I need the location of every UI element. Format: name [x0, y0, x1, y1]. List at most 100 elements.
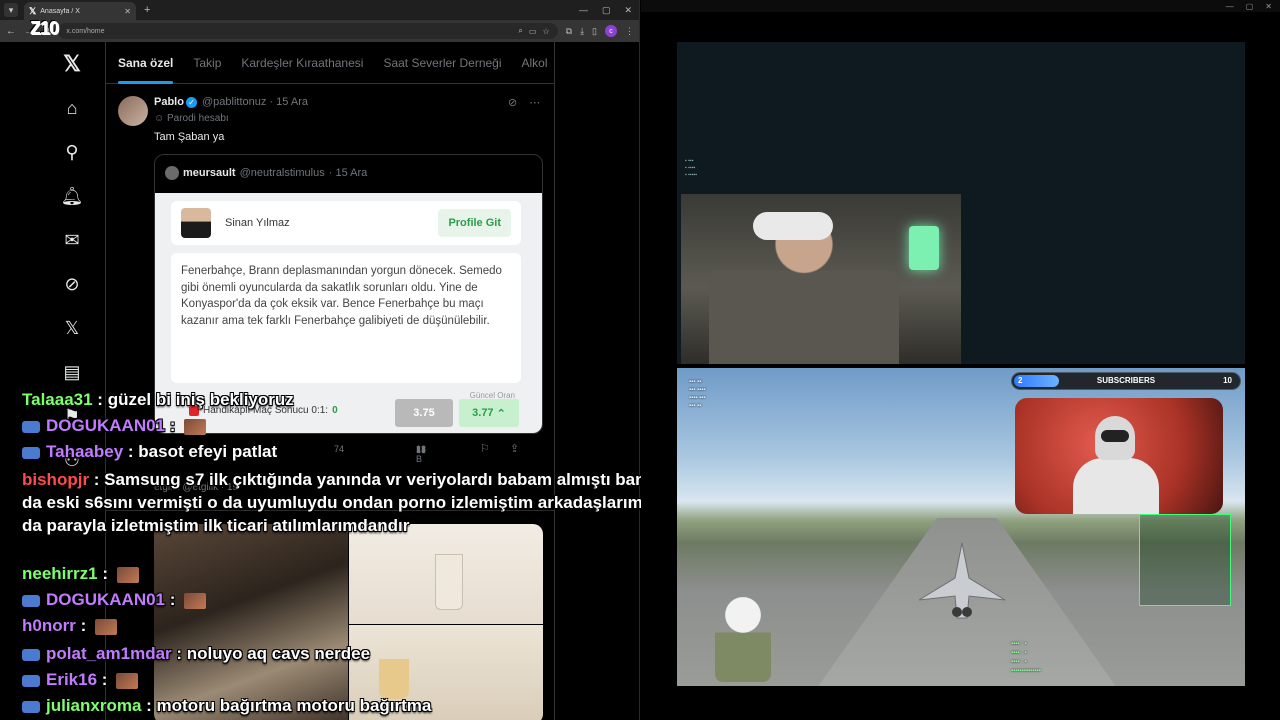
x-logo-icon[interactable]: 𝕏 — [60, 51, 84, 76]
logo-letter: Z — [30, 18, 41, 38]
market-name: Handikaplı Maç Sonucu 0:1: — [203, 405, 329, 416]
bookmark-icon[interactable]: ⚐ — [480, 442, 490, 455]
maximize-icon[interactable]: ▢ — [602, 5, 611, 16]
parody-text: Parodi hesabı — [167, 113, 229, 124]
grok-icon[interactable]: ⊘ — [60, 272, 84, 296]
subs-label: SUBSCRIBERS — [1096, 376, 1156, 385]
author-handle[interactable]: @pablittonuz — [202, 96, 266, 108]
pilot-mascot-image — [715, 596, 771, 682]
minimize-icon[interactable]: — — [1226, 2, 1234, 11]
verified-icon: ✓ — [185, 97, 197, 108]
tab-community-2[interactable]: Saat Severler Derneği — [383, 42, 501, 84]
views-value: 13 B — [416, 444, 427, 464]
back-icon[interactable]: ← — [6, 26, 16, 37]
stream-window-titlebar: — ▢ ✕ — [641, 0, 1280, 12]
market-value: 0 — [332, 405, 338, 416]
radar-hud — [1139, 514, 1231, 606]
tab-community-3[interactable]: Alkol — [522, 42, 548, 84]
streamer-logo: Z10 — [30, 14, 59, 40]
notifications-icon[interactable]: 🔔︎ — [60, 184, 84, 208]
tab-community-1[interactable]: Kardeşler Kıraathanesi — [241, 42, 363, 84]
maximize-icon[interactable]: ▢ — [1246, 2, 1254, 11]
odds-row: Güncel Oran Handikaplı Maç Sonucu 0:1: 0 … — [171, 391, 521, 431]
post-header: Pablo ✓ @pablittonuz · 15 Ara — [154, 96, 308, 108]
profile-button: Profile Git — [438, 209, 511, 237]
microphone-light-image — [909, 226, 939, 270]
communities-icon[interactable]: ⚇ — [60, 448, 84, 472]
post2-date[interactable]: · 1s — [221, 482, 238, 493]
flight-hud: ▪▪▪ ▪▪ ▪▪▪ ▪▪▪▪ ▪▪▪▪ ▪▪▪ ▪▪▪ ▪▪ — [689, 379, 706, 409]
bookmarks-icon[interactable]: ⚑ — [60, 404, 84, 428]
quote-avatar — [165, 166, 179, 180]
pilot-helmet-image — [1095, 416, 1135, 460]
post2-handle[interactable]: @etgilik — [182, 482, 218, 493]
streamer-facecam — [1015, 398, 1223, 514]
game-stream-window: — ▢ ✕ ▪ ▪▪▪ ▪ ▪▪▪▪ ▪ ▪▪▪▪▪ ▪▪▪ ▪▪ ▪▪▪ ▪▪▪▪ ▪… — [641, 0, 1280, 720]
post-actions: 74 ▮▮ 13 B ⚐ ⇪ — [154, 442, 546, 464]
quoted-image-card: Sinan Yılmaz Profile Git Fenerbahçe, Bra… — [155, 193, 542, 433]
tab-following[interactable]: Takip — [193, 42, 221, 84]
x-timeline: Sana özel Takip Kardeşler Kıraathanesi S… — [106, 42, 555, 720]
bookmark-star-icon[interactable]: ☆ — [542, 27, 549, 36]
url-text: x.com/home — [66, 27, 105, 35]
close-window-icon[interactable]: ✕ — [624, 5, 632, 16]
quote-author-name: meursault — [183, 167, 236, 179]
parody-label: ☺︎ Parodi hesabı — [154, 113, 229, 124]
tab-search-icon[interactable]: ▾ — [4, 3, 18, 17]
browser-menu-icon[interactable]: ⋮ — [625, 26, 634, 37]
old-odd: 3.75 — [395, 399, 453, 427]
new-tab-icon[interactable]: + — [144, 4, 150, 16]
cast-icon[interactable]: ▭ — [529, 27, 537, 36]
close-window-icon[interactable]: ✕ — [1265, 2, 1272, 11]
lists-icon[interactable]: ▤ — [60, 360, 84, 384]
more-icon[interactable]: ⋯ — [529, 96, 540, 109]
screen: ▾ 𝕏 Anasayfa / X ✕ + — ▢ ✕ ← → ↻ x.com/h… — [0, 0, 1280, 720]
card-author-name: Sinan Yılmaz — [225, 217, 290, 229]
url-input[interactable]: x.com/home ⌕ ▭ ☆ — [58, 23, 558, 39]
media-image[interactable] — [154, 524, 348, 720]
post2-media-grid[interactable] — [154, 524, 543, 720]
premium-x-icon[interactable]: 𝕏 — [60, 316, 84, 340]
post-text: Tam Şaban ya — [154, 131, 225, 143]
post2-header[interactable]: etgilik @etgilik · 1s — [154, 482, 238, 493]
up-arrow-icon: ⌃ — [493, 407, 506, 420]
market-icon — [189, 405, 199, 416]
tab-for-you[interactable]: Sana özel — [118, 42, 174, 84]
browser-window: ▾ 𝕏 Anasayfa / X ✕ + — ▢ ✕ ← → ↻ x.com/h… — [0, 0, 640, 720]
zoom-icon[interactable]: ⌕ — [518, 26, 522, 36]
flight-sim-view: ▪▪▪ ▪▪ ▪▪▪ ▪▪▪▪ ▪▪▪▪ ▪▪▪ ▪▪▪ ▪▪ 2 SUBSCRIBE… — [677, 368, 1245, 686]
subscriber-goal-bar: 2 SUBSCRIBERS 10 — [1011, 372, 1241, 390]
logo-number: 10 — [40, 18, 59, 38]
extensions-icon[interactable]: ⧉ — [566, 26, 572, 37]
grok-post-icon[interactable]: ⊘ — [508, 96, 517, 109]
sidepanel-icon[interactable]: ▯ — [592, 26, 597, 37]
drink-image — [435, 554, 463, 610]
quoted-post[interactable]: meursault @neutralstimulus · 15 Ara Sina… — [154, 154, 543, 434]
quote-author-handle: @neutralstimulus — [239, 167, 325, 179]
minimize-icon[interactable]: — — [579, 5, 588, 16]
game-killfeed: ▪▪▪▪ : ▪ ▪▪▪▪ : ▪ ▪▪▪▪ : ▪ ▪▪▪▪▪▪▪▪▪▪▪▪▪▪ — [1011, 641, 1041, 674]
avatar[interactable] — [118, 96, 148, 126]
post-divider — [106, 510, 554, 511]
streamer-webcam — [681, 194, 961, 364]
tab-close-icon[interactable]: ✕ — [124, 7, 131, 16]
like-count[interactable]: 74 — [334, 444, 344, 454]
search-icon[interactable]: ⚲ — [60, 140, 84, 164]
vr-headset-image — [753, 212, 833, 240]
profile-avatar[interactable]: c — [605, 25, 617, 37]
home-icon[interactable]: ⌂ — [60, 96, 84, 120]
streamer-body-image — [1073, 458, 1159, 514]
share-icon[interactable]: ⇪ — [510, 442, 519, 455]
media-image[interactable] — [349, 524, 543, 624]
tab-strip: ▾ 𝕏 Anasayfa / X ✕ + — ▢ ✕ — [0, 0, 639, 20]
media-image[interactable] — [349, 625, 543, 720]
new-odd: 3.77 ⌃ — [459, 399, 519, 427]
post-date[interactable]: · 15 Ara — [269, 96, 308, 108]
subs-goal: 10 — [1223, 376, 1232, 385]
download-icon[interactable]: ⤓ — [580, 26, 584, 37]
post2-author[interactable]: etgilik — [154, 482, 180, 493]
mask-icon: ☺︎ — [154, 113, 167, 124]
messages-icon[interactable]: ✉ — [60, 228, 84, 252]
author-name[interactable]: Pablo — [154, 96, 184, 108]
drink-image — [379, 659, 409, 699]
